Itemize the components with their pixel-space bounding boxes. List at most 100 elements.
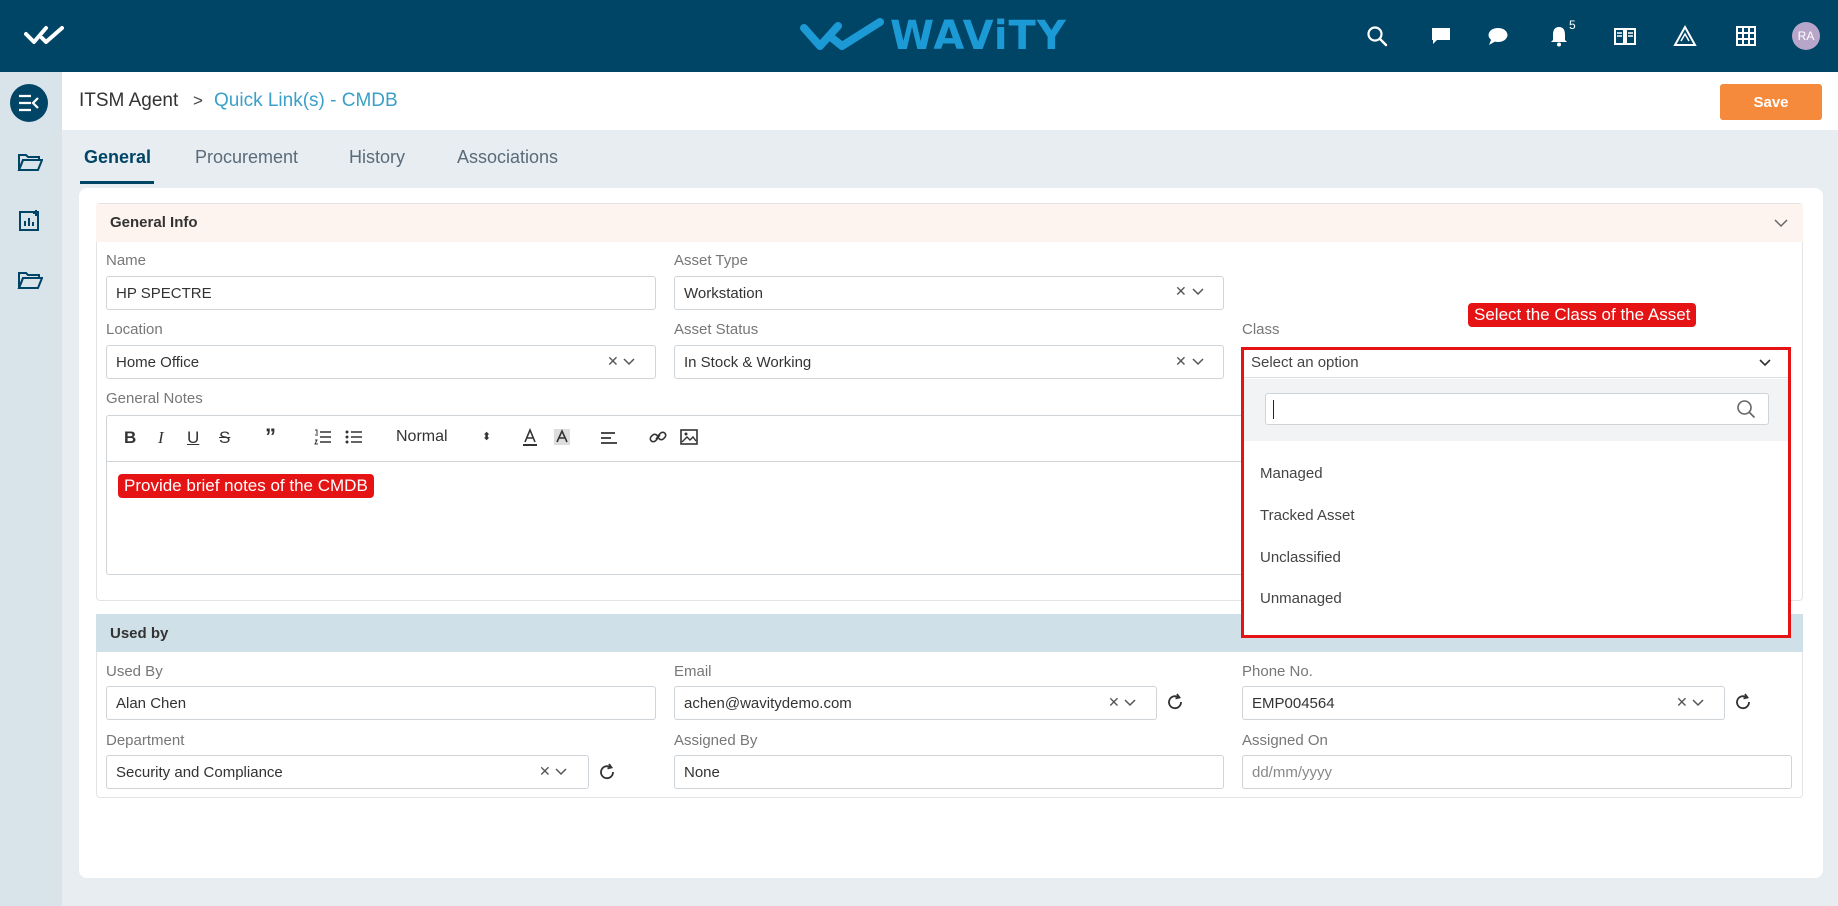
phone-label: Phone No.: [1242, 663, 1313, 680]
name-value: HP SPECTRE: [116, 284, 212, 302]
tab-associations[interactable]: Associations: [457, 147, 558, 168]
class-annotation-callout: Select the Class of the Asset: [1468, 303, 1697, 327]
knowledge-book-icon[interactable]: [1613, 24, 1637, 48]
refresh-icon[interactable]: [1734, 693, 1752, 711]
general-info-title: General Info: [110, 214, 198, 231]
asset-type-label: Asset Type: [674, 252, 748, 269]
chevron-down-icon[interactable]: [1192, 358, 1204, 366]
class-select-placeholder: Select an option: [1251, 354, 1359, 371]
collapse-menu-icon: [19, 94, 39, 112]
ordered-list-icon[interactable]: [314, 429, 332, 445]
user-avatar[interactable]: RA: [1792, 22, 1820, 50]
class-option[interactable]: Tracked Asset: [1260, 507, 1354, 524]
breadcrumb-separator: >: [193, 91, 203, 110]
notification-count-badge: 5: [1569, 18, 1576, 32]
asset-status-value: In Stock & Working: [684, 353, 812, 371]
sidebar-toggle-button[interactable]: [10, 84, 48, 122]
bullet-list-icon[interactable]: [345, 429, 363, 445]
email-value: achen@wavitydemo.com: [684, 694, 852, 712]
class-option[interactable]: Unmanaged: [1260, 590, 1342, 607]
tab-general[interactable]: General: [84, 147, 151, 168]
assigned-by-input[interactable]: None: [674, 755, 1224, 789]
background-color-icon[interactable]: [553, 428, 571, 446]
asset-type-select[interactable]: Workstation: [674, 276, 1224, 310]
tab-history[interactable]: History: [349, 147, 405, 168]
chat-icon[interactable]: [1486, 24, 1510, 48]
bold-icon[interactable]: B: [124, 428, 136, 448]
breadcrumb-root[interactable]: ITSM Agent: [79, 90, 178, 112]
phone-value: EMP004564: [1252, 694, 1335, 712]
class-option[interactable]: Managed: [1260, 465, 1323, 482]
class-label: Class: [1242, 321, 1280, 338]
email-label: Email: [674, 663, 712, 680]
blockquote-icon[interactable]: ”: [265, 424, 276, 450]
assigned-by-label: Assigned By: [674, 732, 758, 749]
font-color-icon[interactable]: [521, 428, 539, 446]
location-label: Location: [106, 321, 163, 338]
brand-logo: WAViTY: [800, 13, 1067, 59]
underline-icon[interactable]: U: [187, 428, 199, 448]
location-select[interactable]: Home Office: [106, 345, 656, 379]
clear-icon[interactable]: ✕: [1676, 694, 1688, 711]
clear-icon[interactable]: ✕: [539, 763, 551, 780]
format-select[interactable]: Normal: [396, 428, 448, 446]
alert-triangle-icon[interactable]: [1673, 24, 1697, 48]
assigned-on-input[interactable]: dd/mm/yyyy: [1242, 755, 1792, 789]
used-by-title: Used by: [110, 625, 169, 642]
chevron-down-icon[interactable]: [555, 768, 567, 776]
clear-icon[interactable]: ✕: [607, 353, 619, 370]
asset-status-select[interactable]: In Stock & Working: [674, 345, 1224, 379]
chevron-down-icon[interactable]: [1124, 699, 1136, 707]
clear-icon[interactable]: ✕: [1108, 694, 1120, 711]
email-select[interactable]: achen@wavitydemo.com: [674, 686, 1157, 720]
home-logo-icon[interactable]: [24, 24, 70, 48]
apps-grid-icon[interactable]: [1734, 24, 1758, 48]
format-select-arrows-icon[interactable]: ⬍: [482, 430, 491, 443]
brand-mark-icon: [800, 18, 884, 50]
brand-name: WAViTY: [890, 13, 1067, 59]
general-info-header[interactable]: [96, 204, 1803, 242]
location-value: Home Office: [116, 353, 200, 371]
class-option[interactable]: Unclassified: [1260, 549, 1341, 566]
chevron-down-icon[interactable]: [623, 358, 635, 366]
class-search-input[interactable]: [1265, 393, 1769, 425]
refresh-icon[interactable]: [1166, 693, 1184, 711]
department-value: Security and Compliance: [116, 763, 283, 781]
notes-annotation-callout: Provide brief notes of the CMDB: [118, 474, 374, 498]
message-icon[interactable]: [1429, 24, 1453, 48]
image-icon[interactable]: [680, 429, 698, 445]
editor-toolbar: [107, 416, 1241, 462]
text-cursor: [1273, 400, 1274, 419]
clear-icon[interactable]: ✕: [1175, 283, 1187, 300]
search-icon[interactable]: [1365, 24, 1389, 48]
department-label: Department: [106, 732, 185, 749]
general-notes-label: General Notes: [106, 390, 203, 407]
department-select[interactable]: Security and Compliance: [106, 755, 589, 789]
notification-bell-icon[interactable]: [1547, 24, 1571, 48]
italic-icon[interactable]: I: [158, 428, 164, 448]
reports-chart-icon[interactable]: [17, 208, 43, 232]
assigned-on-label: Assigned On: [1242, 732, 1328, 749]
tab-procurement[interactable]: Procurement: [195, 147, 298, 168]
search-icon: [1737, 400, 1756, 419]
active-tab-indicator: [80, 181, 154, 184]
clear-icon[interactable]: ✕: [1175, 353, 1187, 370]
chevron-down-icon[interactable]: [1192, 288, 1204, 296]
used-by-input[interactable]: Alan Chen: [106, 686, 656, 720]
save-button[interactable]: Save: [1720, 84, 1822, 120]
align-icon[interactable]: [600, 430, 618, 446]
strikethrough-icon[interactable]: S: [219, 428, 230, 448]
breadcrumb-current[interactable]: Quick Link(s) - CMDB: [214, 90, 398, 112]
link-icon[interactable]: [649, 428, 667, 446]
chevron-down-icon[interactable]: [1774, 218, 1788, 228]
phone-select[interactable]: EMP004564: [1242, 686, 1725, 720]
folder-icon[interactable]: [17, 268, 43, 292]
chevron-down-icon[interactable]: [1692, 699, 1704, 707]
refresh-icon[interactable]: [598, 763, 616, 781]
chevron-down-icon[interactable]: [1759, 359, 1771, 367]
folder-open-icon[interactable]: [17, 150, 43, 174]
assigned-by-value: None: [684, 763, 720, 781]
used-by-label: Used By: [106, 663, 163, 680]
asset-type-value: Workstation: [684, 284, 763, 302]
name-input[interactable]: HP SPECTRE: [106, 276, 656, 310]
